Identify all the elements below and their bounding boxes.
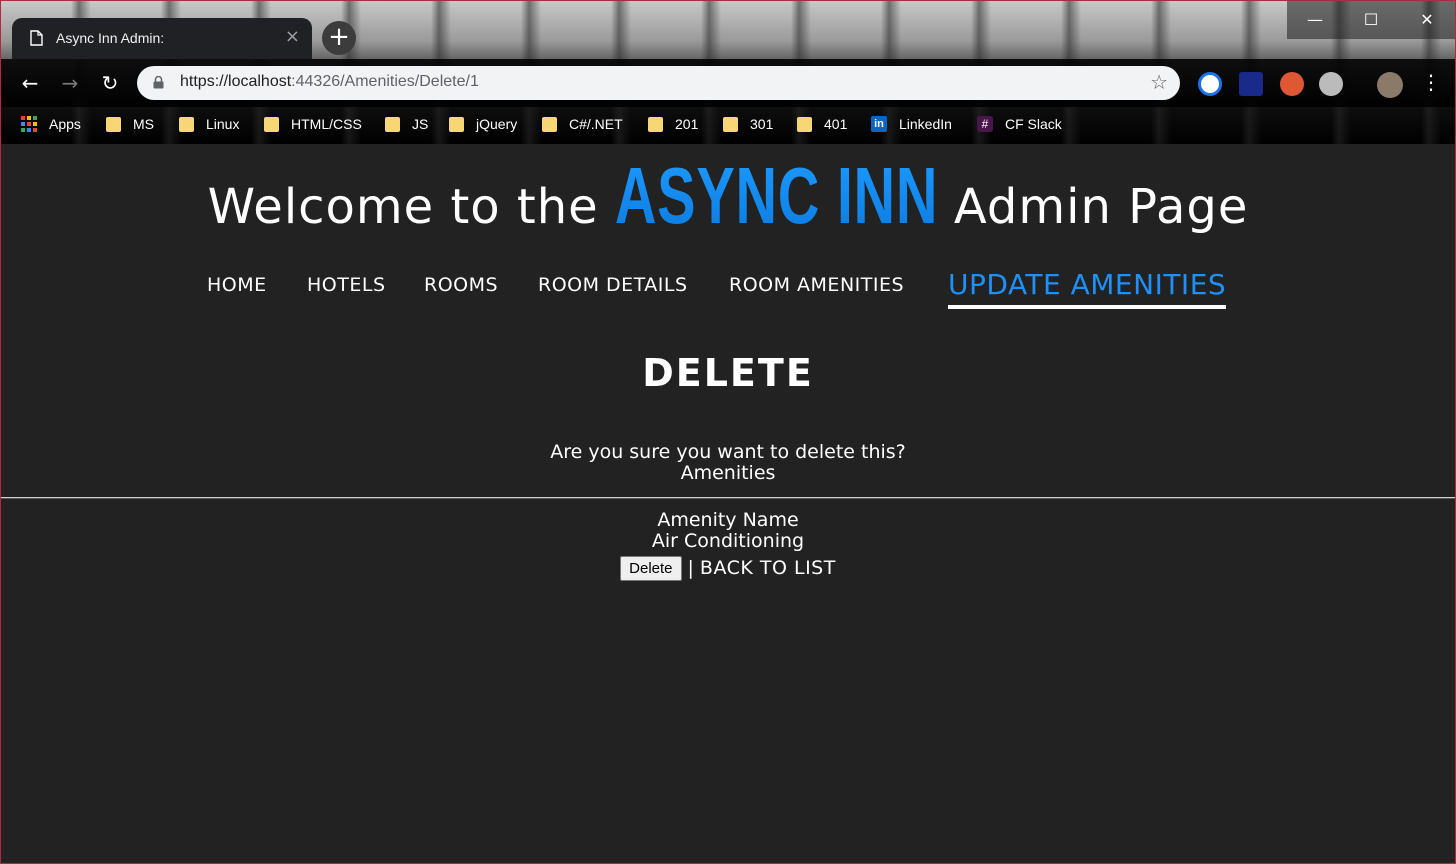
nav-update-amenities[interactable]: UPDATE AMENITIES: [948, 268, 1227, 309]
divider: [1, 497, 1455, 499]
bookmark-folder-ms[interactable]: MS: [106, 114, 154, 134]
folder-icon: [179, 116, 194, 132]
folder-icon: [648, 116, 663, 132]
bookmark-label: jQuery: [476, 116, 518, 132]
bookmark-label: MS: [133, 116, 154, 132]
bookmark-folder-401[interactable]: 401: [797, 114, 847, 134]
browser-chrome: Async Inn Admin: × + — ☐ ✕ ← → ↻ https:/…: [1, 1, 1455, 144]
bookmarks-bar: Apps MS Linux HTML/CSS JS jQuery C#/.NET: [1, 107, 1455, 141]
folder-icon: [449, 116, 464, 132]
bookmark-label: C#/.NET: [569, 116, 623, 132]
bookmark-apps[interactable]: Apps: [21, 114, 81, 134]
tab-title: Async Inn Admin:: [56, 30, 165, 46]
field-label: Amenity Name: [657, 509, 799, 531]
bookmark-folder-html-css[interactable]: HTML/CSS: [264, 114, 362, 134]
welcome-prefix: Welcome to the: [207, 179, 599, 235]
welcome-suffix: Admin Page: [953, 179, 1249, 235]
back-to-list-link[interactable]: BACK TO LIST: [700, 557, 836, 579]
reload-icon[interactable]: ↻: [97, 70, 123, 96]
url-text: https://localhost:44326/Amenities/Delete…: [180, 73, 479, 91]
back-arrow-icon[interactable]: ←: [17, 70, 43, 96]
confirm-question: Are you sure you want to delete this?: [550, 441, 906, 463]
entity-title: Amenities: [680, 462, 776, 484]
bookmark-linkedin[interactable]: in LinkedIn: [871, 114, 952, 134]
bookmark-label: LinkedIn: [899, 116, 952, 132]
bookmark-folder-301[interactable]: 301: [723, 114, 773, 134]
bookmark-label: Apps: [49, 116, 81, 132]
bookmark-label: 401: [824, 116, 848, 132]
url-host: https://localhost: [180, 73, 292, 90]
duckduckgo-extension-icon[interactable]: [1280, 72, 1304, 96]
bookmark-label: 201: [675, 116, 699, 132]
profile-avatar[interactable]: [1377, 72, 1403, 98]
window-maximize-button[interactable]: ☐: [1343, 1, 1399, 39]
bookmark-folder-201[interactable]: 201: [648, 114, 698, 134]
site-header-title: Welcome to the ASYNC INN Admin Page: [1, 150, 1455, 242]
browser-menu-icon[interactable]: ⋮: [1421, 69, 1441, 95]
folder-icon: [723, 116, 738, 132]
brand-logo-text: ASYNC INN: [614, 151, 938, 240]
nav-room-details[interactable]: ROOM DETAILS: [538, 274, 688, 296]
delete-button[interactable]: Delete: [620, 556, 682, 581]
url-path: :44326/Amenities/Delete/1: [291, 73, 479, 90]
folder-icon: [542, 116, 557, 132]
bookmark-cf-slack[interactable]: # CF Slack: [977, 114, 1062, 134]
address-bar[interactable]: https://localhost:44326/Amenities/Delete…: [137, 66, 1180, 100]
forward-arrow-icon[interactable]: →: [57, 70, 83, 96]
bookmark-label: CF Slack: [1005, 116, 1062, 132]
search-extension-icon[interactable]: [1198, 72, 1222, 96]
form-actions: Delete | BACK TO LIST: [1, 556, 1455, 581]
apps-grid-icon: [21, 116, 37, 132]
folder-icon: [797, 116, 812, 132]
bookmark-label: HTML/CSS: [291, 116, 362, 132]
page-icon: [30, 30, 43, 46]
field-value: Air Conditioning: [651, 530, 805, 552]
record-details: Amenity Name Air Conditioning: [1, 510, 1455, 552]
lock-icon: [153, 76, 164, 89]
browser-toolbar: ← → ↻ https://localhost:44326/Amenities/…: [1, 59, 1455, 107]
bookmark-folder-jquery[interactable]: jQuery: [449, 114, 517, 134]
page-title: DELETE: [642, 351, 814, 395]
bookmark-label: Linux: [206, 116, 240, 132]
linkedin-icon: in: [871, 116, 887, 132]
bookmark-star-icon[interactable]: ☆: [1150, 70, 1168, 94]
nav-home[interactable]: HOME: [207, 274, 267, 296]
browser-tab[interactable]: Async Inn Admin: ×: [12, 18, 312, 59]
bookmark-folder-js[interactable]: JS: [385, 114, 428, 134]
page-content: Welcome to the ASYNC INN Admin Page HOME…: [1, 144, 1455, 863]
folder-icon: [264, 116, 279, 132]
extension-u-icon[interactable]: [1239, 72, 1263, 96]
nav-rooms[interactable]: ROOMS: [424, 274, 498, 296]
bookmark-label: JS: [412, 116, 429, 132]
nav-hotels[interactable]: HOTELS: [307, 274, 386, 296]
extension-gray-icon[interactable]: [1319, 72, 1343, 96]
nav-room-amenities[interactable]: ROOM AMENITIES: [729, 274, 904, 296]
bookmark-folder-csharp-dotnet[interactable]: C#/.NET: [542, 114, 623, 134]
tab-close-icon[interactable]: ×: [285, 27, 300, 47]
confirm-block: Are you sure you want to delete this? Am…: [1, 442, 1455, 484]
folder-icon: [385, 116, 400, 132]
main-nav: HOME HOTELS ROOMS ROOM DETAILS ROOM AMEN…: [1, 268, 1455, 309]
new-tab-button[interactable]: +: [322, 21, 356, 55]
bookmark-folder-linux[interactable]: Linux: [179, 114, 239, 134]
folder-icon: [106, 116, 121, 132]
window-minimize-button[interactable]: —: [1287, 1, 1343, 39]
action-separator: |: [687, 557, 694, 579]
bookmark-label: 301: [750, 116, 774, 132]
slack-icon: #: [977, 116, 993, 132]
window-close-button[interactable]: ✕: [1399, 1, 1455, 39]
